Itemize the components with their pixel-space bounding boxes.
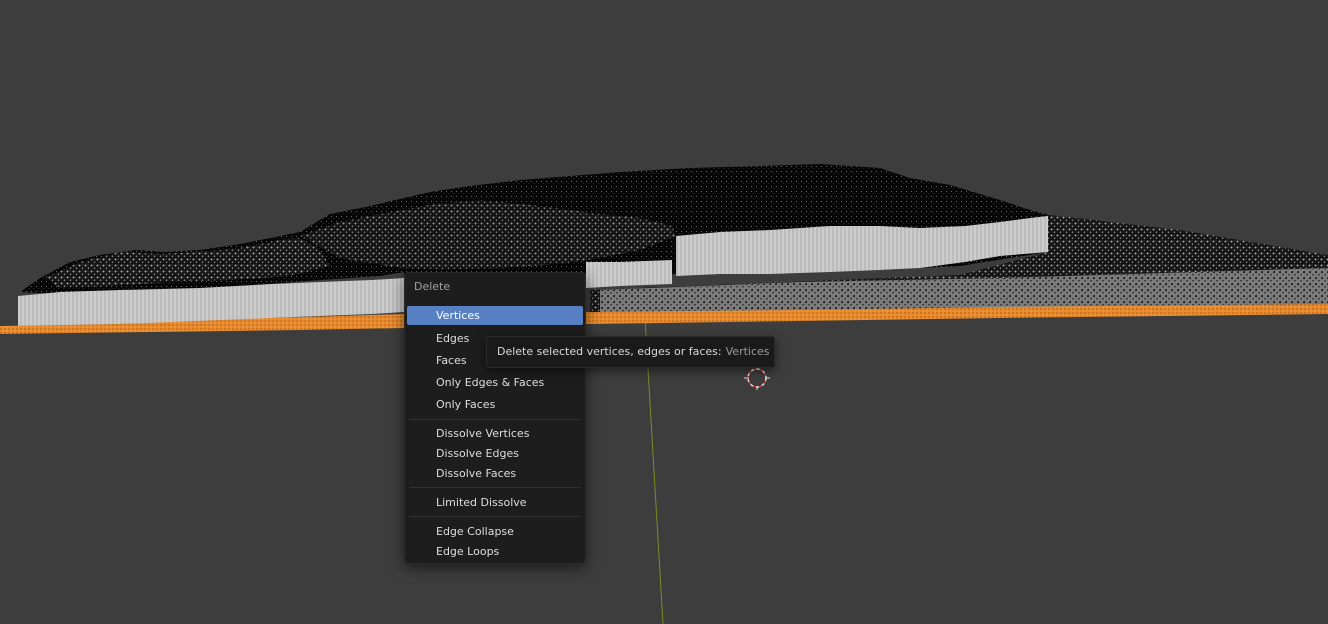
delete-menu: Delete Vertices Edges Faces Only Edges &…	[404, 272, 586, 564]
menu-item-only-faces[interactable]: Only Faces	[407, 395, 583, 414]
menu-separator	[409, 516, 581, 517]
menu-separator	[409, 487, 581, 488]
wall-left2	[272, 278, 404, 318]
menu-item-limited-dissolve[interactable]: Limited Dissolve	[407, 493, 583, 512]
menu-item-dissolve-vertices[interactable]: Dissolve Vertices	[407, 424, 583, 443]
tooltip: Delete selected vertices, edges or faces…	[486, 336, 775, 368]
menu-item-only-edges-faces[interactable]: Only Edges & Faces	[407, 373, 583, 392]
delete-menu-title: Delete	[414, 280, 451, 293]
menu-separator	[409, 419, 581, 420]
wall-mid	[586, 260, 672, 288]
menu-item-vertices[interactable]: Vertices	[407, 306, 583, 325]
menu-item-dissolve-edges[interactable]: Dissolve Edges	[407, 444, 583, 463]
menu-item-dissolve-faces[interactable]: Dissolve Faces	[407, 464, 583, 483]
tooltip-text: Delete selected vertices, edges or faces…	[497, 345, 722, 358]
menu-item-edge-collapse[interactable]: Edge Collapse	[407, 522, 583, 541]
tooltip-value: Vertices	[725, 345, 770, 358]
3d-cursor-icon[interactable]	[744, 366, 770, 390]
mesh-scene[interactable]	[0, 0, 1328, 624]
menu-item-edge-loops[interactable]: Edge Loops	[407, 542, 583, 561]
3d-viewport[interactable]: Delete Vertices Edges Faces Only Edges &…	[0, 0, 1328, 624]
